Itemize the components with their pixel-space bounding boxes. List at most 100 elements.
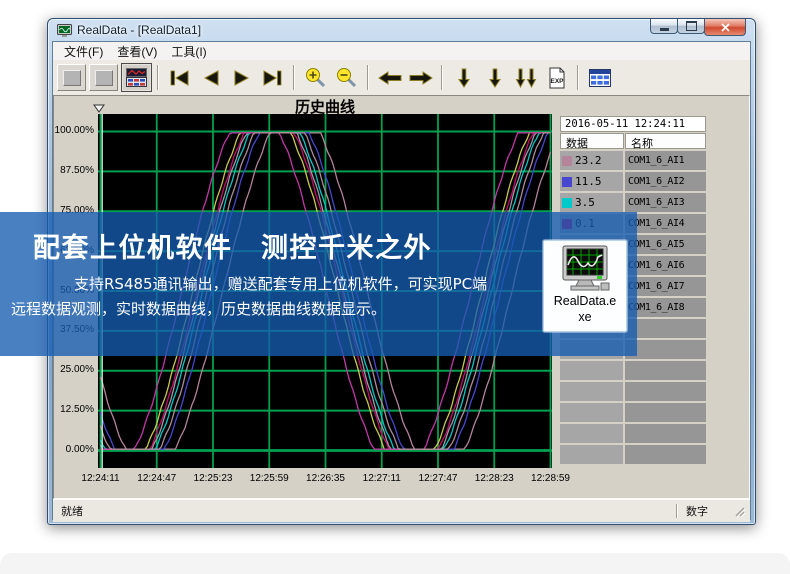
- banner-text-line2: 远程数据观测，实时数据曲线，历史数据曲线数据显示。: [11, 298, 386, 319]
- monitor-icon: [557, 245, 613, 293]
- svg-text:EXP: EXP: [550, 78, 564, 85]
- blank-icon: [63, 70, 81, 86]
- table-row[interactable]: [560, 403, 706, 422]
- window-titlebar[interactable]: RealData - [RealData1]: [48, 19, 755, 41]
- maximize-icon: [686, 21, 697, 31]
- toolbar-cursor-down-2-button[interactable]: [479, 63, 510, 92]
- x-tick-label: 12:26:35: [306, 473, 345, 484]
- banner-headline: 配套上位机软件 测控千米之外: [33, 226, 432, 265]
- toolbar-cursor-down-1-button[interactable]: [448, 63, 479, 92]
- arrow-left-icon: [377, 70, 403, 86]
- toolbar-step-back-button[interactable]: [195, 63, 226, 92]
- name-text: COM1_6_AI1: [628, 155, 684, 166]
- realtime-chart-icon: [126, 68, 147, 87]
- name-cell: COM1_6_AI1: [625, 151, 706, 170]
- caption-buttons: [651, 19, 746, 36]
- maximize-button[interactable]: [677, 19, 705, 34]
- toolbar-cursor-down-double-button[interactable]: [510, 63, 541, 92]
- value-cell: [560, 445, 623, 464]
- x-tick-label: 12:25:59: [250, 473, 289, 484]
- name-cell: [625, 361, 706, 380]
- status-right-panel: 数字: [676, 503, 746, 519]
- resize-grip[interactable]: [732, 504, 746, 518]
- toolbar: EXP: [53, 60, 750, 96]
- table-row[interactable]: 3.5 COM1_6_AI3: [560, 193, 706, 212]
- toolbar-zoom-out-button[interactable]: [331, 63, 362, 92]
- y-tick-label: 12.50%: [54, 404, 94, 415]
- series-color-swatch: [562, 156, 572, 166]
- toolbar-blank-button-2[interactable]: [89, 64, 118, 91]
- cursor-marker-icon[interactable]: [93, 104, 105, 113]
- x-tick-label: 12:28:59: [531, 473, 570, 484]
- x-tick-label: 12:24:47: [137, 473, 176, 484]
- minimize-icon: [660, 28, 669, 31]
- toolbar-goto-last-button[interactable]: [257, 63, 288, 92]
- menu-item[interactable]: 工具(I): [164, 42, 213, 61]
- value-cell: [560, 361, 623, 380]
- table-row[interactable]: [560, 361, 706, 380]
- icon-filename-line1: RealData.e: [554, 293, 617, 309]
- close-button[interactable]: [704, 19, 746, 36]
- zoom-out-icon: [335, 67, 359, 89]
- toolbar-goto-first-button[interactable]: [164, 63, 195, 92]
- toolbar-realtime-view-button[interactable]: [121, 63, 152, 92]
- name-cell: COM1_6_AI5: [625, 235, 706, 254]
- column-header-data[interactable]: 数据: [560, 133, 624, 149]
- name-cell: [625, 445, 706, 464]
- table-row[interactable]: [560, 382, 706, 401]
- value-text: 23.2: [575, 154, 602, 167]
- toolbar-blank-button-1[interactable]: [57, 64, 86, 91]
- toolbar-separator: [441, 65, 443, 90]
- page-section-divider: [0, 553, 790, 574]
- value-text: 11.5: [575, 175, 602, 188]
- table-row[interactable]: 23.2 COM1_6_AI1: [560, 151, 706, 170]
- table-row[interactable]: [560, 445, 706, 464]
- series-color-swatch: [562, 198, 572, 208]
- name-cell: COM1_6_AI3: [625, 193, 706, 212]
- step-forward-icon: [232, 69, 252, 87]
- y-tick-label: 0.00%: [54, 444, 94, 455]
- panel-header-row: 数据 名称: [560, 133, 706, 149]
- realdata-exe-icon[interactable]: RealData.e xe: [543, 240, 627, 332]
- toolbar-separator: [293, 65, 295, 90]
- x-tick-label: 12:27:47: [419, 473, 458, 484]
- toolbar-step-forward-button[interactable]: [226, 63, 257, 92]
- value-cell: [560, 424, 623, 443]
- value-cell: [560, 382, 623, 401]
- status-bar: 就绪 数字: [53, 499, 750, 522]
- name-text: COM1_6_AI2: [628, 176, 684, 187]
- menu-item[interactable]: 查看(V): [110, 42, 164, 61]
- menu-item[interactable]: 文件(F): [57, 42, 110, 61]
- value-text: 3.5: [575, 196, 595, 209]
- toolbar-scroll-left-button[interactable]: [374, 63, 405, 92]
- status-indicator-num: 数字: [686, 503, 726, 519]
- arrow-right-icon: [408, 70, 434, 86]
- window-title: RealData - [RealData1]: [77, 23, 201, 37]
- name-cell: COM1_6_AI7: [625, 277, 706, 296]
- series-color-swatch: [562, 177, 572, 187]
- toolbar-export-button[interactable]: EXP: [541, 63, 572, 92]
- data-table-icon: [589, 69, 611, 87]
- name-cell: COM1_6_AI8: [625, 298, 706, 317]
- y-tick-label: 100.00%: [54, 125, 94, 136]
- toolbar-separator: [577, 65, 579, 90]
- column-header-name[interactable]: 名称: [625, 133, 706, 149]
- table-row[interactable]: [560, 424, 706, 443]
- blank-icon: [95, 70, 113, 86]
- name-cell: [625, 424, 706, 443]
- value-cell: 3.5: [560, 193, 623, 212]
- table-row[interactable]: 11.5 COM1_6_AI2: [560, 172, 706, 191]
- toolbar-data-table-button[interactable]: [584, 63, 615, 92]
- toolbar-scroll-right-button[interactable]: [405, 63, 436, 92]
- name-cell: COM1_6_AI6: [625, 256, 706, 275]
- x-tick-label: 12:24:11: [81, 473, 119, 484]
- y-tick-label: 87.50%: [54, 165, 94, 176]
- panel-timestamp: 2016-05-11 12:24:11: [560, 116, 706, 132]
- minimize-button[interactable]: [650, 19, 678, 34]
- toolbar-zoom-in-button[interactable]: [300, 63, 331, 92]
- name-cell: [625, 319, 706, 338]
- name-cell: [625, 403, 706, 422]
- x-tick-label: 12:28:23: [475, 473, 514, 484]
- export-icon: EXP: [548, 67, 566, 89]
- arrow-down-double-icon: [515, 68, 537, 88]
